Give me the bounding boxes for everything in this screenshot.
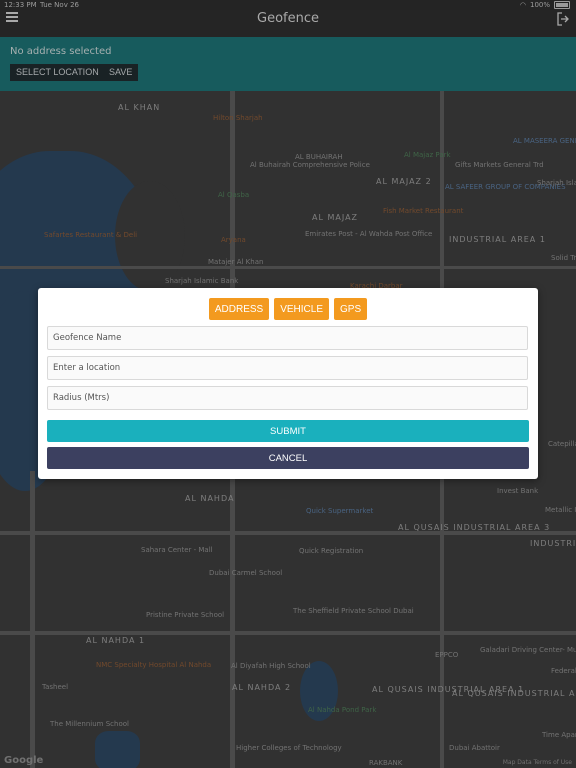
map-label: Galadari Driving Center- Muhaisnah [480,646,576,654]
location-input[interactable] [47,356,528,380]
map-label: Aryana [221,236,246,244]
status-right: ◠ 100% [520,0,570,10]
map-label: Al Buhairah Comprehensive Police [250,161,370,169]
map-label: Dubai Carmel School [209,569,283,577]
selected-address: No address selected [10,46,112,57]
map-label: NMC Specialty Hospital Al Nahda [96,661,212,669]
map-label: INDUSTRIAL AREA 1 [449,235,546,244]
page-title: Geofence [257,11,319,26]
address-mode-button[interactable]: ADDRESS [208,298,270,320]
map-label: Safartes Restaurant & Deli [44,231,138,239]
battery-icon [554,1,570,9]
map-label: AL NAHDA [185,494,235,503]
map-label: Al Majaz Park [404,151,451,159]
radius-input[interactable] [47,386,528,410]
map-label: Hilton Sharjah [213,114,263,122]
map-label: AL BUHAIRAH [295,153,343,161]
map-label: Sharjah Islamic [537,179,576,187]
map-label: AL NAHDA 1 [86,636,146,645]
select-location-button[interactable]: SELECT LOCATION [10,64,105,81]
geofence-dialog: ADDRESS VEHICLE GPS SUBMIT CANCEL [38,288,538,479]
cancel-button[interactable]: CANCEL [47,447,529,469]
mode-selector: ADDRESS VEHICLE GPS [38,298,538,320]
map-label: AL MAJAZ 2 [376,177,432,186]
map-label: The Sheffield Private School Dubai [293,607,414,615]
map-label: Dubai Abattoir [449,744,500,752]
submit-button[interactable]: SUBMIT [47,420,529,442]
geofence-name-input[interactable] [47,326,528,350]
map-label: AL QUSAIS INDUSTRIAL AREA [452,689,576,698]
status-bar: 12:33 PM Tue Nov 26 ◠ 100% [0,0,576,10]
map-label: The Millennium School [50,720,129,728]
map-label: Sharjah Islamic Bank [165,277,239,285]
map-label: Pristine Private School [146,611,225,619]
map-label: Al Nahda Pond Park [308,706,377,714]
map-label: RAKBANK [369,759,403,767]
status-date: Tue Nov 26 [40,1,79,9]
map-label: Fish Market Restaurant [383,207,464,215]
map-label: Federal Authority [551,667,576,675]
logout-icon[interactable] [556,12,570,26]
small-pond [95,731,140,768]
map-label: Quick Registration [299,547,364,555]
road [30,471,35,768]
road [0,266,576,269]
map-label: Emirates Post - Al Wahda Post Office [305,230,433,238]
status-time: 12:33 PM [4,1,37,9]
map-label: Tasheel [42,683,69,691]
map-label: Solid Tra [551,254,576,262]
map-label: Al Qasba [218,191,250,199]
map-label: Time Apartment [542,731,576,739]
map-label: Invest Bank [497,487,539,495]
map-label: Quick Supermarket [306,507,374,515]
map-label: AL MAJAZ [312,213,359,222]
map-label: AL NAHDA 2 [232,683,292,692]
map-label: INDUSTRIAL AREA [530,539,576,548]
map-label: AL QUSAIS INDUSTRIAL AREA 3 [398,523,551,532]
map-label: Gifts Markets General Trd [455,161,544,169]
map-label: EPPCO [435,651,459,659]
road [0,631,576,635]
map-label: Catepillar [548,440,576,448]
map-label: Al Diyafah High School [231,662,311,670]
save-button[interactable]: SAVE [103,64,139,81]
app-header: Geofence [0,10,576,38]
map-label: Higher Colleges of Technology [236,744,342,752]
location-toolbar: No address selected SELECT LOCATION SAVE [0,37,576,91]
wifi-icon: ◠ [519,1,526,9]
map-label: AL KHAN [118,103,161,112]
vehicle-mode-button[interactable]: VEHICLE [274,298,330,320]
gps-mode-button[interactable]: GPS [334,298,368,320]
map-attribution[interactable]: Map Data Terms of Use [503,759,572,766]
battery-percent: 100% [529,1,550,9]
map-label: Matajer Al Khan [208,258,264,266]
map-label: Metallic Industrial [545,506,576,514]
google-logo: Google [4,755,44,766]
map-label: AL MASEERA GENERAL TRADING [513,137,576,145]
map-label: Sahara Center - Mall [141,546,213,554]
